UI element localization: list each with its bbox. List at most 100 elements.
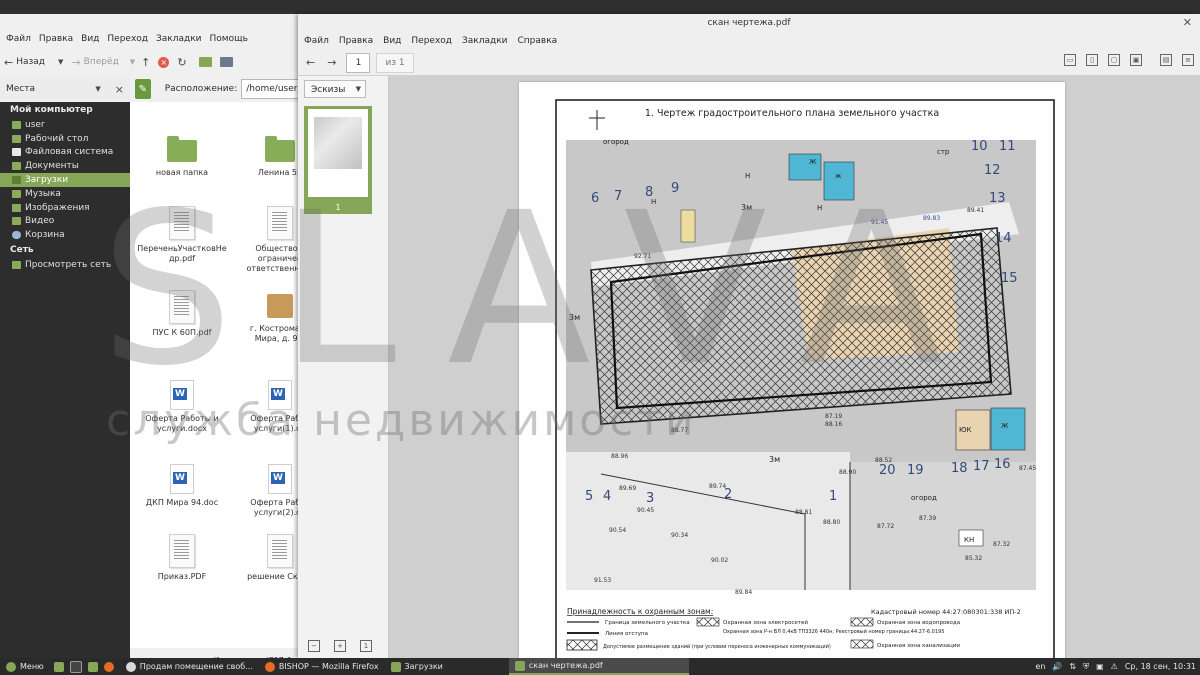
shield-icon[interactable]: ⛨ — [1083, 662, 1089, 672]
stop-icon[interactable]: × — [158, 56, 170, 68]
file-item[interactable]: г. Кострома, п Мира, д. 94. — [228, 290, 300, 344]
viewer-menu-go[interactable]: Переход — [411, 32, 452, 50]
elevation-label: 88.96 — [611, 453, 628, 460]
arrow-up-icon[interactable]: ↑ — [141, 56, 150, 69]
close-icon[interactable]: × — [115, 83, 124, 96]
arrow-left-icon[interactable]: ← — [306, 56, 315, 69]
taskbar-window-label: Загрузки — [404, 662, 443, 671]
file-item[interactable]: Оферта Работ услуги(1).do — [228, 380, 300, 434]
sidebar-item-videos[interactable]: Видео — [0, 215, 130, 229]
sidebar-item-documents[interactable]: Документы — [0, 159, 130, 173]
back-button-label: Назад — [16, 57, 46, 67]
fm-menu-help[interactable]: Помощь — [210, 30, 248, 48]
network-icon[interactable]: ⇅ — [1069, 662, 1076, 671]
sidebar-item-desktop[interactable]: Рабочий стол — [0, 132, 130, 146]
viewer-menu-view[interactable]: Вид — [383, 32, 401, 50]
map-label: Н — [651, 198, 656, 206]
sidebar-item-downloads[interactable]: Загрузки — [0, 173, 130, 187]
update-icon[interactable]: ▣ — [1096, 662, 1104, 671]
fm-menu-view[interactable]: Вид — [81, 30, 99, 48]
arrow-right-icon: → — [71, 55, 81, 69]
notification-icon[interactable]: ⚠ — [1111, 662, 1118, 671]
sidebar-item-pictures[interactable]: Изображения — [0, 201, 130, 215]
dual-page-icon[interactable]: ▯ — [1086, 54, 1098, 66]
terminal-icon[interactable] — [69, 660, 82, 673]
fm-menu-edit[interactable]: Правка — [39, 30, 73, 48]
file-item[interactable]: Общество с ограничен ответственност — [228, 206, 300, 274]
page-number-input[interactable]: 1 — [346, 52, 371, 73]
page-thumbnail[interactable]: 1 — [304, 106, 372, 214]
chevron-down-icon: ▼ — [58, 58, 64, 66]
sidebar-item-music[interactable]: Музыка — [0, 187, 130, 201]
close-icon[interactable]: ✕ — [1183, 16, 1192, 29]
folder-icon — [390, 661, 401, 672]
page-icon[interactable]: 1 — [360, 640, 372, 652]
file-item[interactable]: ПереченьУчастковНе др.pdf — [130, 206, 234, 264]
file-item[interactable]: Оферта Работ услуги(2).do — [228, 464, 300, 518]
menu-icon[interactable]: ≡ — [1182, 54, 1194, 66]
file-item[interactable]: Приказ.PDF — [130, 534, 234, 582]
viewer-menu-file[interactable]: Файл — [304, 32, 329, 50]
presentation-icon[interactable]: ▤ — [1160, 54, 1172, 66]
file-item[interactable]: новая папка — [130, 136, 234, 178]
sidebar-item-label: Просмотреть сеть — [25, 260, 112, 271]
elevation-label: 87.45 — [1019, 465, 1036, 472]
show-desktop-icon[interactable] — [53, 661, 64, 672]
map-lower-area — [566, 452, 850, 590]
file-item[interactable]: решение Скейл — [228, 534, 300, 582]
start-menu-button[interactable]: Меню — [0, 661, 50, 672]
sidebar-item-user[interactable]: user — [0, 118, 130, 132]
firefox-icon[interactable] — [103, 661, 114, 672]
map-label: 17 — [973, 459, 990, 474]
cadastral-number: Кадастровый номер 44:27:080301:338 ИП-2 — [871, 608, 1021, 616]
sidebar-item-browse-network[interactable]: Просмотреть сеть — [0, 258, 130, 272]
forward-button[interactable]: → Вперёд ▼ — [67, 52, 139, 72]
computer-icon[interactable] — [219, 57, 233, 67]
continuous-view-icon[interactable]: ▭ — [1064, 54, 1076, 66]
back-button[interactable]: ← Назад ▼ — [0, 52, 67, 72]
taskbar-window-firefox[interactable]: BISHOP — Mozilla Firefox — [259, 658, 385, 675]
fit-page-icon[interactable]: ▢ — [1108, 54, 1120, 66]
clock[interactable]: Ср, 18 сен, 10:31 — [1125, 662, 1196, 671]
file-view: новая папка Ленина 55 ПереченьУчастковНе… — [130, 102, 300, 648]
legend-item: Охранная зона канализации — [877, 643, 960, 649]
viewer-menu-help[interactable]: Справка — [518, 32, 558, 50]
map-label: Н — [745, 172, 750, 180]
reload-icon[interactable]: ↻ — [177, 56, 186, 69]
arrow-left-icon: ← — [4, 55, 14, 69]
file-item[interactable]: Оферта Работы и услуги.docx — [130, 380, 234, 434]
sidebar-item-filesystem[interactable]: Файловая система — [0, 146, 130, 160]
taskbar-window-files[interactable]: Загрузки — [385, 658, 449, 675]
pdf-file-icon — [169, 534, 195, 568]
places-header: Места ▼ × — [0, 78, 130, 100]
sidebar-item-trash[interactable]: Корзина — [0, 228, 130, 242]
zoom-in-icon[interactable]: + — [334, 640, 346, 652]
arrow-right-icon[interactable]: → — [327, 56, 336, 69]
file-item[interactable]: ДКП Мира 94.doc — [130, 464, 234, 508]
home-folder-icon[interactable] — [198, 57, 212, 67]
elevation-label: 89.69 — [619, 485, 636, 492]
taskbar-window-viewer[interactable]: скан чертежа.pdf — [508, 658, 689, 675]
taskbar-window-chrome[interactable]: Продам помещение своб... — [120, 658, 259, 675]
viewer-menu-bookmarks[interactable]: Закладки — [462, 32, 508, 50]
zoom-out-icon[interactable]: − — [308, 640, 320, 652]
fm-menu-bookmarks[interactable]: Закладки — [156, 30, 202, 48]
chevron-down-icon[interactable]: ▼ — [95, 83, 100, 96]
file-item[interactable]: ПУС К 60П.pdf — [130, 290, 234, 338]
folder-icon — [12, 120, 21, 129]
sidebar-mode-select[interactable]: Эскизы ▼ — [304, 80, 366, 98]
file-name: Приказ.PDF — [157, 572, 207, 581]
viewer-menu-edit[interactable]: Правка — [339, 32, 373, 50]
location-input[interactable]: /home/user/Загрузки — [241, 79, 300, 99]
legend-item: Допустимое размещение зданий (при услови… — [603, 643, 831, 650]
fm-menu-file[interactable]: Файл — [6, 30, 31, 48]
file-item[interactable]: Ленина 55 — [228, 136, 300, 178]
fm-menu-go[interactable]: Переход — [107, 30, 148, 48]
volume-icon[interactable]: 🔊 — [1052, 662, 1062, 671]
files-icon[interactable] — [87, 661, 98, 672]
keyboard-layout[interactable]: en — [1035, 662, 1045, 671]
pencil-icon[interactable]: ✎ — [135, 79, 151, 99]
fit-width-icon[interactable]: ▣ — [1130, 54, 1142, 66]
file-name: Оферта Работ услуги(2).do — [250, 498, 300, 517]
elevation-label: 91.45 — [871, 219, 888, 226]
